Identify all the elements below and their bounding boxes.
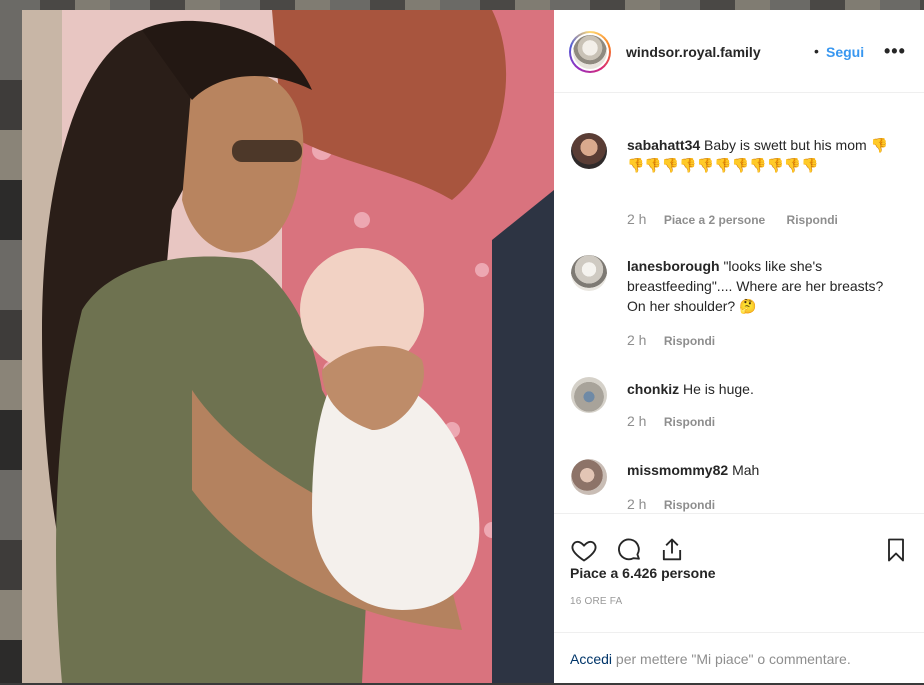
post-header: windsor.royal.family • Segui ••• [554,10,924,93]
commenter-username[interactable]: chonkiz [627,381,679,397]
more-icon[interactable]: ••• [884,41,906,62]
post-photo[interactable] [22,10,554,683]
post-actions: Piace a 6.426 persone 16 ORE FA Accedi p… [554,513,924,684]
post-timestamp: 16 ORE FA [570,596,623,607]
author-avatar-picture [573,35,607,69]
share-icon[interactable] [658,536,686,564]
comment-text: missmommy82 Mah [627,460,889,480]
comment-meta: 2 h Piace a 2 persone Rispondi [627,211,838,227]
commenter-avatar[interactable] [571,133,607,169]
likes-count[interactable]: Piace a 6.426 persone [570,565,716,581]
login-prompt: Accedi per mettere "Mi piace" o commenta… [554,632,924,685]
comment-time: 2 h [627,413,647,429]
heart-icon[interactable] [570,536,598,564]
commenter-avatar[interactable] [571,377,607,413]
commenter-avatar[interactable] [571,459,607,495]
comment-icon[interactable] [615,536,643,564]
comment-time: 2 h [627,332,647,348]
post-modal: windsor.royal.family • Segui ••• sabahat… [22,10,924,683]
bookmark-icon[interactable] [882,536,910,564]
feed-backdrop-top [0,0,924,10]
reply-button[interactable]: Rispondi [787,213,838,227]
comment-time: 2 h [627,496,647,512]
follow-button[interactable]: Segui [826,44,864,60]
author-avatar[interactable] [569,31,611,73]
comment-likes-link[interactable]: Piace a 2 persone [664,213,765,227]
comment-meta: 2 h Rispondi [627,332,715,348]
reply-button[interactable]: Rispondi [664,415,715,429]
comment-meta: 2 h Rispondi [627,496,715,512]
commenter-username[interactable]: lanesborough [627,258,720,274]
comment-text: lanesborough "looks like she's breastfee… [627,256,889,316]
feed-backdrop-left [0,10,22,683]
reply-button[interactable]: Rispondi [664,334,715,348]
comment-time: 2 h [627,211,647,227]
reply-button[interactable]: Rispondi [664,498,715,512]
comment-body: He is huge. [683,381,754,397]
comments-list[interactable]: sabahatt34 Baby is swett but his mom 👎👎👎… [554,93,924,513]
login-link[interactable]: Accedi [570,651,612,667]
author-username[interactable]: windsor.royal.family [626,44,761,60]
post-photo-image [22,10,554,683]
comment-body: Mah [732,462,760,478]
comment-text: sabahatt34 Baby is swett but his mom 👎👎👎… [627,135,889,175]
comment-text: chonkiz He is huge. [627,379,889,399]
header-separator: • [814,43,819,59]
commenter-username[interactable]: sabahatt34 [627,137,700,153]
commenter-username[interactable]: missmommy82 [627,462,728,478]
commenter-avatar[interactable] [571,255,607,291]
comment-meta: 2 h Rispondi [627,413,715,429]
post-side-panel: windsor.royal.family • Segui ••• sabahat… [554,10,924,683]
login-prompt-text: per mettere "Mi piace" o commentare. [615,651,851,667]
